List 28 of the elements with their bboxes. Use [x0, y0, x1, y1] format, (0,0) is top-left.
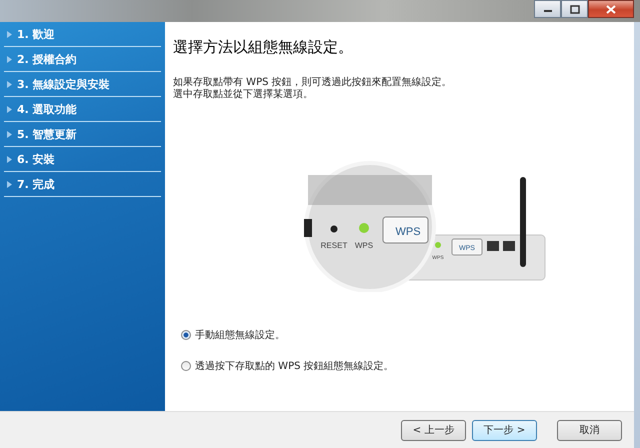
radio-button[interactable]	[181, 330, 191, 340]
sidebar-item[interactable]: 3. 無線設定與安裝	[4, 72, 161, 97]
close-icon	[605, 4, 617, 14]
radio-option[interactable]: 透過按下存取點的 WPS 按鈕組態無線設定。	[181, 359, 394, 373]
dialog-button[interactable]: 取消	[557, 420, 622, 440]
sidebar-item[interactable]: 5. 智慧更新	[4, 122, 161, 147]
sidebar-item[interactable]: 4. 選取功能	[4, 97, 161, 122]
triangle-icon	[7, 156, 12, 162]
triangle-icon	[7, 56, 12, 62]
sidebar-item[interactable]: 6. 安裝	[4, 147, 161, 172]
close-button[interactable]	[588, 0, 634, 18]
minimize-button[interactable]	[534, 0, 561, 18]
sidebar-item[interactable]: 1. 歡迎	[4, 22, 161, 47]
page-heading: 選擇方法以組態無線設定。	[173, 38, 354, 57]
triangle-icon	[7, 106, 12, 112]
dialog-button[interactable]: < 上一步	[401, 420, 466, 440]
sidebar-item[interactable]: 2. 授權合約	[4, 47, 161, 72]
dialog-button[interactable]: 下一步 >	[472, 420, 537, 440]
sidebar-item[interactable]: 7. 完成	[4, 172, 161, 197]
maximize-icon	[568, 4, 580, 14]
triangle-icon	[7, 80, 12, 88]
triangle-icon	[7, 30, 12, 38]
maximize-button[interactable]	[561, 0, 588, 18]
description-text: 如果存取點帶有 WPS 按鈕，則可透過此按鈕來配置無線設定。 選中存取點並從下選擇某選項。	[173, 77, 453, 101]
triangle-icon	[7, 180, 12, 188]
radio-button[interactable]	[181, 361, 191, 371]
radio-option[interactable]: 手動組態無線設定。	[181, 328, 285, 342]
triangle-icon	[7, 130, 12, 138]
